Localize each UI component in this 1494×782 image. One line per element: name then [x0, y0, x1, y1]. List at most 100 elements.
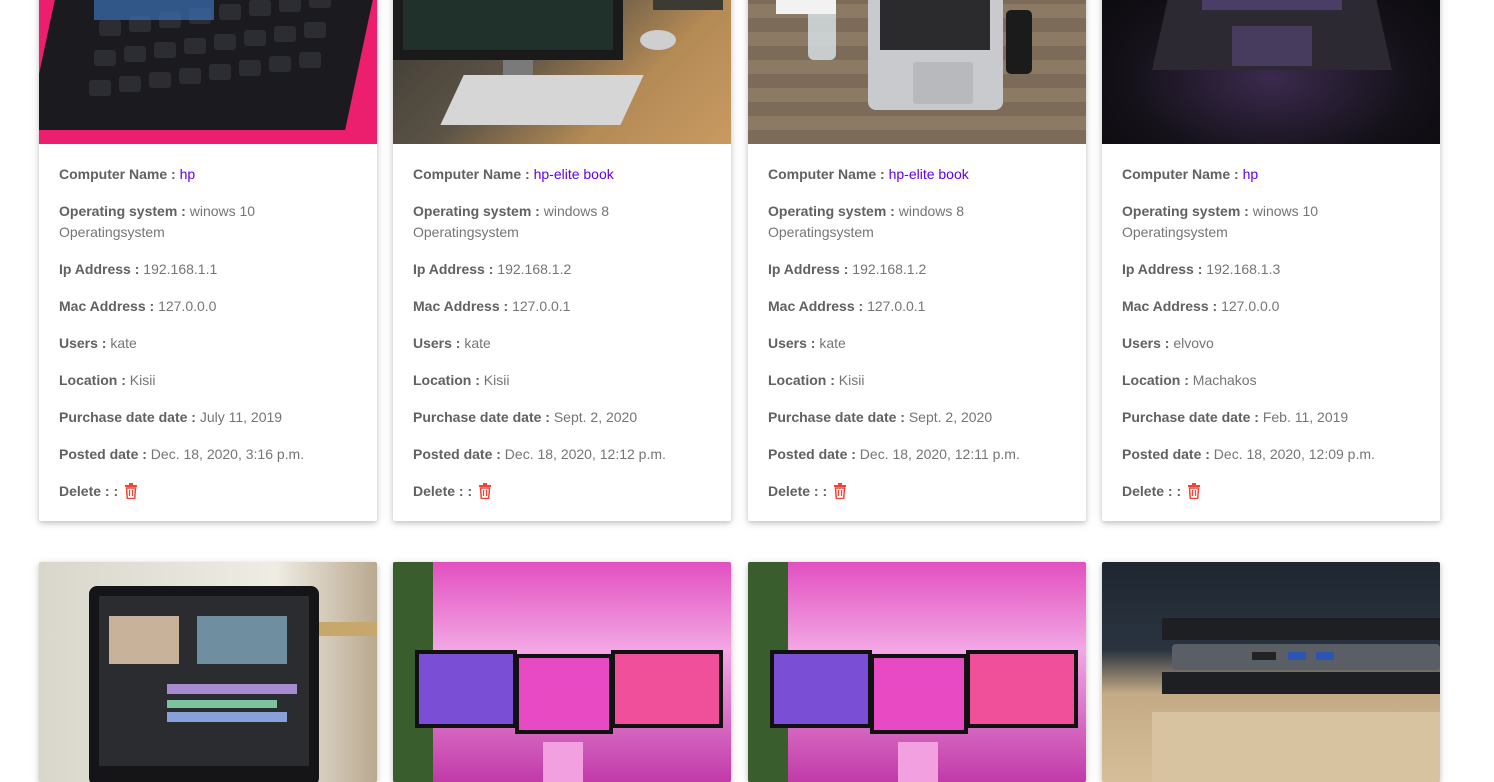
posted-label: Posted date :: [768, 446, 856, 462]
os-row: Operating system : windows 8 Operatingsy…: [413, 201, 711, 243]
computer-image: [39, 562, 377, 782]
delete-label: Delete : :: [1122, 483, 1182, 499]
purchase-value: Sept. 2, 2020: [908, 409, 993, 425]
computer-name-row: Computer Name : hp: [1122, 164, 1420, 185]
computer-card: [39, 562, 377, 782]
ip-label: Ip Address :: [59, 261, 140, 277]
posted-value: Dec. 18, 2020, 3:16 p.m.: [150, 446, 305, 462]
mac-label: Mac Address :: [59, 298, 155, 314]
computer-name-link[interactable]: hp-elite book: [534, 166, 614, 182]
computer-name-label: Computer Name :: [413, 166, 530, 182]
purchase-value: Feb. 11, 2019: [1262, 409, 1349, 425]
mac-row: Mac Address : 127.0.0.0: [1122, 296, 1420, 317]
purchase-row: Purchase date date : Feb. 11, 2019: [1122, 407, 1420, 428]
purchase-label: Purchase date date :: [59, 409, 196, 425]
computer-image: [748, 562, 1086, 782]
users-value: kate: [819, 335, 846, 351]
users-label: Users :: [413, 335, 461, 351]
os-label: Operating system :: [413, 203, 540, 219]
delete-row: Delete : :: [1122, 481, 1420, 505]
ip-value: 192.168.1.1: [143, 261, 218, 277]
os-row: Operating system : windows 8 Operatingsy…: [768, 201, 1066, 243]
ip-row: Ip Address : 192.168.1.2: [768, 259, 1066, 280]
purchase-row: Purchase date date : Sept. 2, 2020: [768, 407, 1066, 428]
users-value: kate: [464, 335, 491, 351]
purchase-label: Purchase date date :: [1122, 409, 1259, 425]
computer-name-row: Computer Name : hp: [59, 164, 357, 185]
location-row: Location : Kisii: [59, 370, 357, 391]
mac-value: 127.0.0.0: [158, 298, 217, 314]
trash-icon[interactable]: [478, 483, 492, 505]
users-row: Users : kate: [413, 333, 711, 354]
users-row: Users : elvovo: [1122, 333, 1420, 354]
computer-card: [1102, 562, 1440, 782]
purchase-row: Purchase date date : July 11, 2019: [59, 407, 357, 428]
posted-row: Posted date : Dec. 18, 2020, 12:12 p.m.: [413, 444, 711, 465]
mac-value: 127.0.0.0: [1221, 298, 1280, 314]
computer-image: [393, 0, 731, 144]
posted-label: Posted date :: [1122, 446, 1210, 462]
mac-row: Mac Address : 127.0.0.1: [768, 296, 1066, 317]
delete-row: Delete : :: [768, 481, 1066, 505]
computer-image: [1102, 562, 1440, 782]
computer-name-row: Computer Name : hp-elite book: [768, 164, 1066, 185]
delete-label: Delete : :: [59, 483, 119, 499]
delete-row: Delete : :: [413, 481, 711, 505]
computer-image: [393, 562, 731, 782]
computer-name-link[interactable]: hp-elite book: [889, 166, 969, 182]
ip-label: Ip Address :: [1122, 261, 1203, 277]
trash-icon[interactable]: [833, 483, 847, 505]
computer-card: Computer Name : hp Operating system : wi…: [1102, 0, 1440, 521]
computer-image: [748, 0, 1086, 144]
ip-value: 192.168.1.2: [497, 261, 572, 277]
computer-name-link[interactable]: hp: [1243, 166, 1259, 182]
posted-label: Posted date :: [413, 446, 501, 462]
location-row: Location : Kisii: [413, 370, 711, 391]
posted-value: Dec. 18, 2020, 12:11 p.m.: [859, 446, 1020, 462]
location-label: Location :: [1122, 372, 1189, 388]
users-value: kate: [110, 335, 137, 351]
computer-card: Computer Name : hp-elite book Operating …: [748, 0, 1086, 521]
computer-card: [393, 562, 731, 782]
location-value: Machakos: [1192, 372, 1257, 388]
computer-name-row: Computer Name : hp-elite book: [413, 164, 711, 185]
posted-label: Posted date :: [59, 446, 147, 462]
ip-label: Ip Address :: [413, 261, 494, 277]
users-label: Users :: [59, 335, 107, 351]
computer-card: [748, 562, 1086, 782]
mac-row: Mac Address : 127.0.0.0: [59, 296, 357, 317]
computer-card: Computer Name : hp-elite book Operating …: [393, 0, 731, 521]
os-label: Operating system :: [59, 203, 186, 219]
ip-row: Ip Address : 192.168.1.1: [59, 259, 357, 280]
delete-row: Delete : :: [59, 481, 357, 505]
mac-label: Mac Address :: [413, 298, 509, 314]
computer-name-label: Computer Name :: [59, 166, 176, 182]
os-row: Operating system : winows 10 Operatingsy…: [59, 201, 357, 243]
ip-value: 192.168.1.2: [852, 261, 927, 277]
ip-row: Ip Address : 192.168.1.3: [1122, 259, 1420, 280]
mac-label: Mac Address :: [1122, 298, 1218, 314]
computer-name-link[interactable]: hp: [180, 166, 196, 182]
mac-value: 127.0.0.1: [867, 298, 926, 314]
users-row: Users : kate: [59, 333, 357, 354]
computer-name-label: Computer Name :: [1122, 166, 1239, 182]
posted-value: Dec. 18, 2020, 12:12 p.m.: [504, 446, 666, 462]
purchase-label: Purchase date date :: [768, 409, 905, 425]
users-label: Users :: [768, 335, 816, 351]
computer-name-label: Computer Name :: [768, 166, 885, 182]
trash-icon[interactable]: [124, 483, 138, 505]
delete-label: Delete : :: [413, 483, 473, 499]
location-value: Kisii: [838, 372, 865, 388]
computer-image: [39, 0, 377, 144]
os-label: Operating system :: [1122, 203, 1249, 219]
location-label: Location :: [413, 372, 480, 388]
mac-label: Mac Address :: [768, 298, 864, 314]
os-label: Operating system :: [768, 203, 895, 219]
trash-icon[interactable]: [1187, 483, 1201, 505]
ip-label: Ip Address :: [768, 261, 849, 277]
computer-image: [1102, 0, 1440, 144]
users-row: Users : kate: [768, 333, 1066, 354]
mac-row: Mac Address : 127.0.0.1: [413, 296, 711, 317]
posted-row: Posted date : Dec. 18, 2020, 12:09 p.m.: [1122, 444, 1420, 465]
location-value: Kisii: [129, 372, 156, 388]
